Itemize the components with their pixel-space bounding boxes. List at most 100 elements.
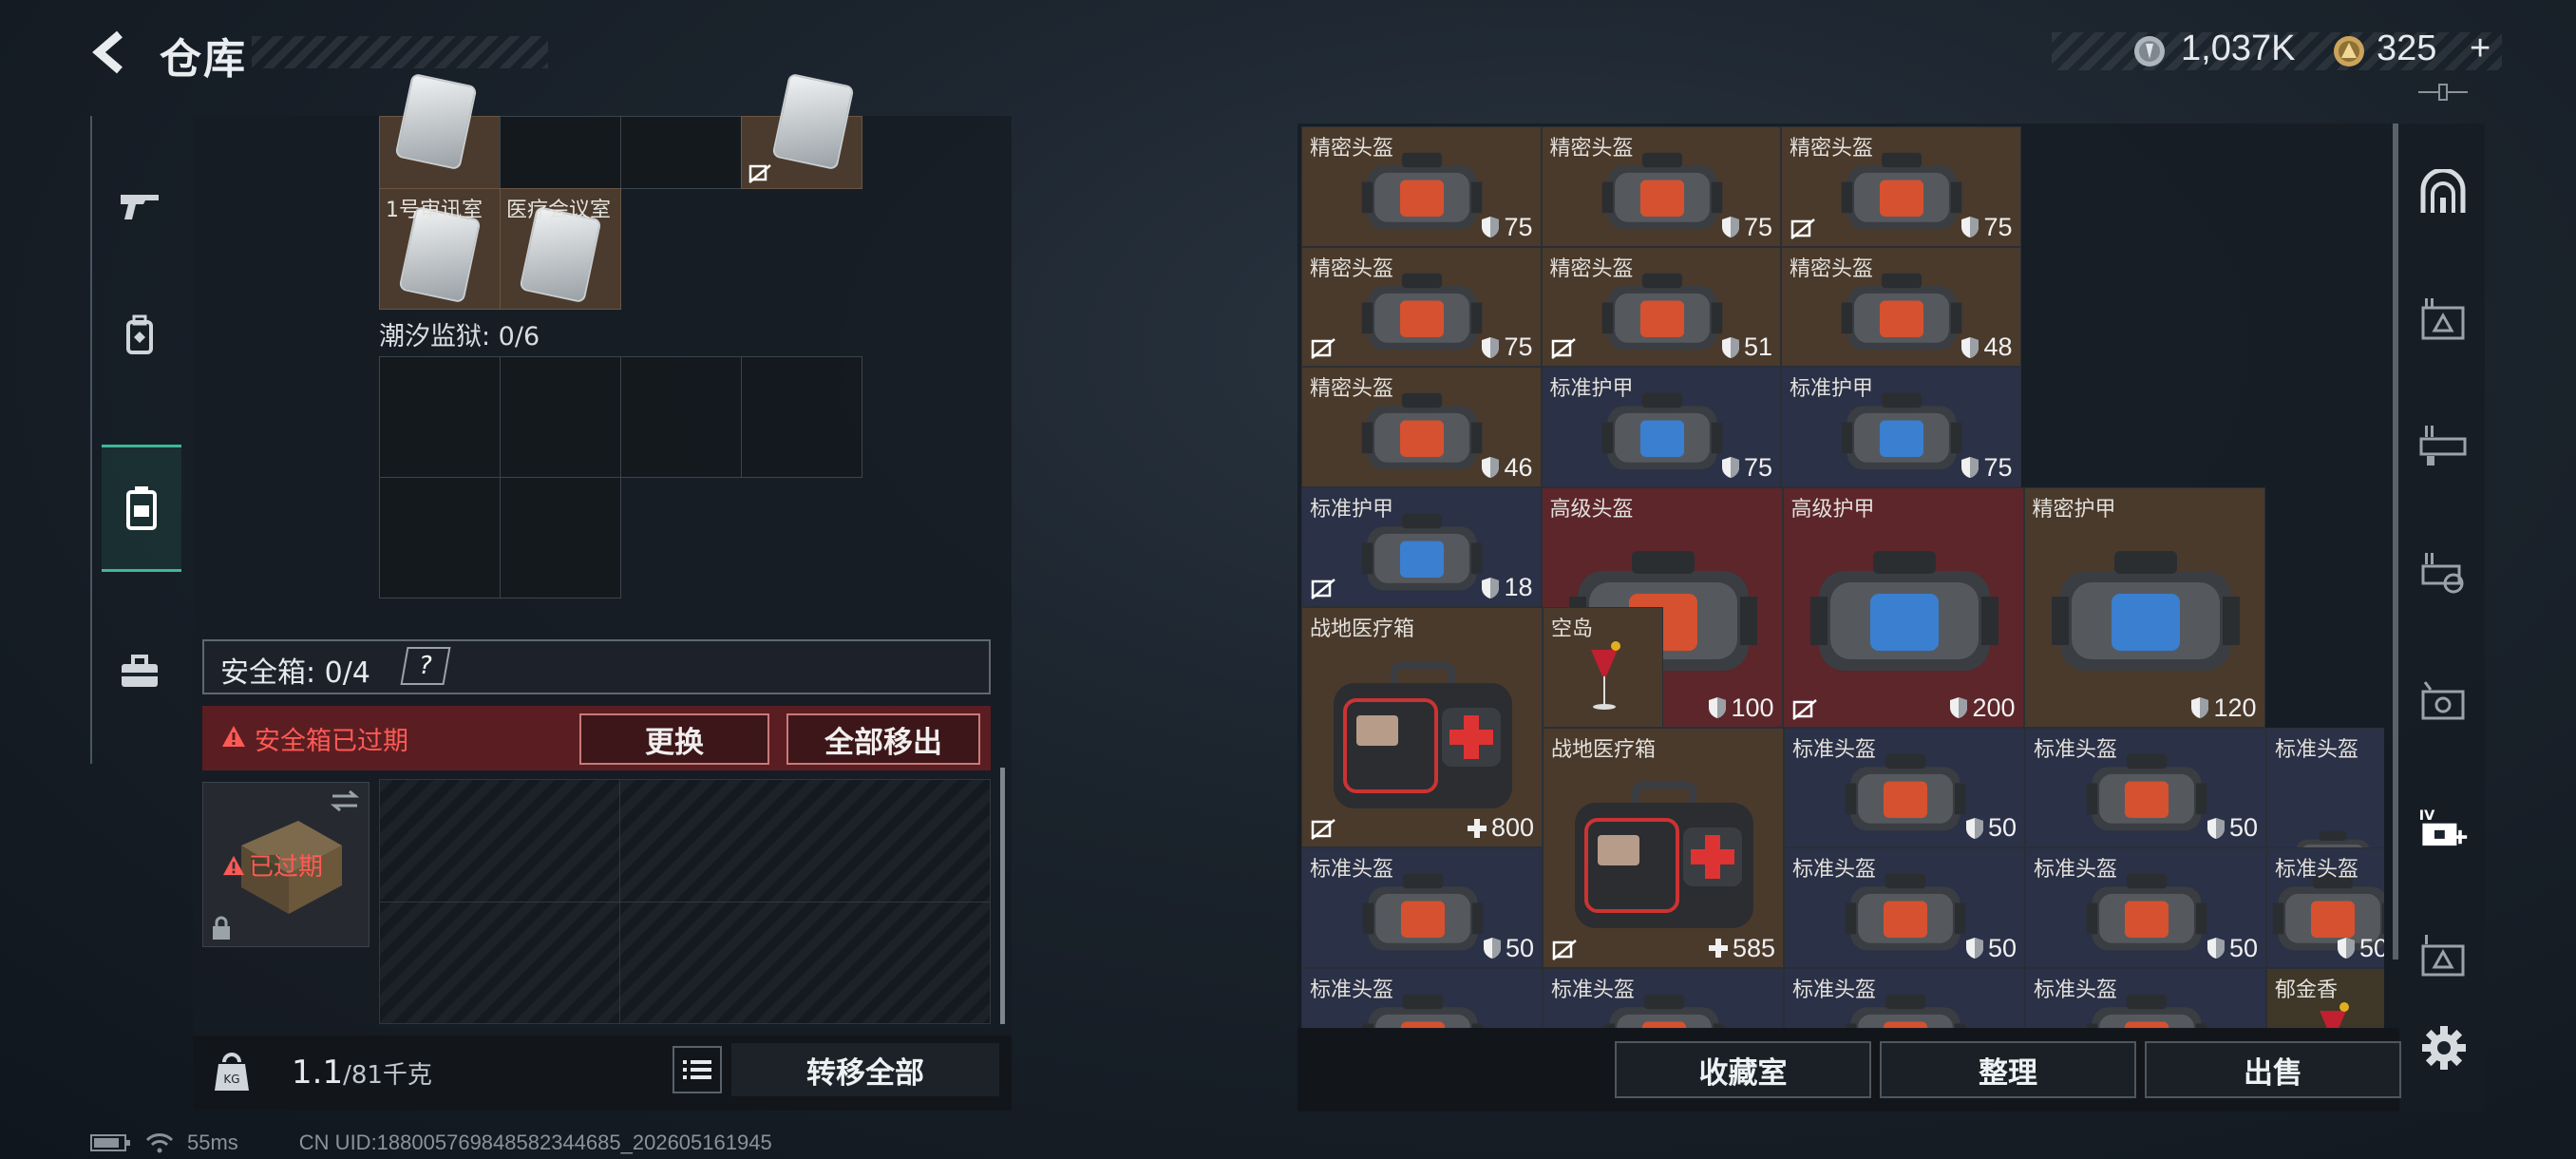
- storage-item-value: 51: [1743, 332, 1772, 361]
- storage-item[interactable]: 精密头盔 48: [1781, 246, 2021, 367]
- safe-box-grid[interactable]: [379, 779, 991, 1024]
- storage-item[interactable]: 精密头盔 75: [1781, 126, 2021, 247]
- keycard-slot[interactable]: [379, 356, 501, 478]
- storage-item-value: 75: [1743, 452, 1772, 482]
- durability-icon: [1965, 938, 1983, 959]
- nav-armor[interactable]: [100, 283, 180, 388]
- armor-icon: [2051, 551, 2240, 671]
- durability-icon: [1961, 457, 1979, 478]
- keycard-slot[interactable]: [620, 356, 742, 478]
- storage-item[interactable]: 标准护甲 18: [1301, 486, 1542, 607]
- nav-toolbox[interactable]: [100, 619, 180, 724]
- storage-tab-1-icon: [2421, 298, 2465, 340]
- storage-item[interactable]: 标准头盔: [1543, 967, 1784, 1029]
- storage-item[interactable]: 标准护甲 75: [1541, 367, 1781, 487]
- keycard-slot[interactable]: [500, 477, 621, 598]
- storage-item[interactable]: 精密头盔 75: [1541, 126, 1781, 247]
- keycard-label: 1号审讯室: [386, 199, 483, 222]
- storage-scrollbar[interactable]: [2393, 124, 2398, 960]
- durability-icon: [2207, 938, 2225, 959]
- storage-item-label: 标准头盔: [2034, 858, 2118, 882]
- transfer-all-button[interactable]: 转移全部: [731, 1043, 999, 1096]
- keycard-slot[interactable]: [620, 116, 742, 189]
- storage-item[interactable]: 郁金香: [2266, 967, 2384, 1029]
- left-panel-scrollbar[interactable]: [1000, 768, 1005, 1024]
- back-button[interactable]: [87, 28, 135, 76]
- keycard-slot[interactable]: [379, 477, 501, 598]
- safe-box-label: 安全箱: 0/4: [220, 656, 370, 690]
- storage-item-value: 200: [1972, 693, 2016, 722]
- storage-item-label: 战地医疗箱: [1310, 618, 1415, 641]
- storage-tab-3[interactable]: [2417, 549, 2469, 600]
- heal-icon: [1708, 939, 1728, 958]
- storage-tab-5[interactable]: [2417, 931, 2469, 982]
- no-transfer-icon: [1552, 939, 1577, 960]
- storage-item[interactable]: 空岛: [1543, 607, 1663, 728]
- keycard-slot[interactable]: 1号审讯室: [379, 188, 501, 310]
- storage-tabs-collapse-icon[interactable]: [2415, 82, 2472, 103]
- storage-tab-3-icon: [2421, 553, 2464, 594]
- storage-tab-2[interactable]: [2417, 422, 2469, 473]
- storage-item-value: 75: [1504, 332, 1533, 361]
- storage-item[interactable]: 高级护甲 200: [1782, 486, 2024, 728]
- storage-item[interactable]: 精密头盔 75: [1301, 246, 1542, 367]
- storage-item-value: 585: [1732, 933, 1775, 962]
- lock-icon: [213, 916, 230, 940]
- storage-item[interactable]: 标准头盔 50: [1784, 727, 2025, 847]
- durability-icon: [2191, 697, 2209, 718]
- storage-item-label: 精密头盔: [1310, 137, 1394, 161]
- storage-tab-4-icon: [2421, 681, 2465, 720]
- keycard-slot[interactable]: [741, 356, 862, 478]
- durability-icon: [1721, 336, 1739, 358]
- storage-item[interactable]: 标准头盔 50: [2025, 727, 2266, 847]
- safe-box-item[interactable]: 已过期: [202, 782, 369, 947]
- storage-item-value: 800: [1490, 813, 1534, 842]
- nav-weapon[interactable]: [100, 154, 180, 258]
- storage-item-label: 标准护甲: [1549, 377, 1634, 401]
- storage-item[interactable]: 标准头盔 50: [1784, 847, 2025, 968]
- storage-item[interactable]: 标准头盔: [1301, 967, 1543, 1029]
- move-out-all-button[interactable]: 全部移出: [786, 713, 980, 765]
- add-currency-button[interactable]: +: [2470, 28, 2491, 69]
- storage-item[interactable]: 战地医疗箱 800: [1301, 607, 1543, 847]
- safe-box-help-button[interactable]: ?: [400, 647, 451, 685]
- ping-value: 55ms: [187, 1130, 238, 1154]
- add-storage-tab[interactable]: IV: [2417, 804, 2469, 855]
- storage-item[interactable]: 标准头盔 50: [1301, 847, 1543, 968]
- gun-icon: [121, 195, 159, 219]
- storage-item[interactable]: 精密头盔 46: [1301, 367, 1542, 487]
- sort-button[interactable]: 整理: [1880, 1041, 2136, 1098]
- storage-item[interactable]: 精密头盔 75: [1301, 126, 1542, 247]
- list-view-button[interactable]: [672, 1046, 722, 1093]
- storage-item[interactable]: 标准头盔 50: [2266, 847, 2384, 968]
- swap-icon: [330, 789, 360, 812]
- storage-item[interactable]: 精密头盔 51: [1541, 246, 1781, 367]
- storage-item[interactable]: 战地医疗箱 585: [1543, 727, 1784, 968]
- keycard-slot[interactable]: [379, 72, 501, 189]
- storage-item[interactable]: 标准头盔 50: [2025, 847, 2266, 968]
- storage-item-durability: 50: [1965, 934, 2017, 963]
- nav-container[interactable]: [102, 445, 181, 572]
- collection-room-button[interactable]: 收藏室: [1615, 1041, 1871, 1098]
- gear-icon[interactable]: [2420, 1024, 2468, 1072]
- durability-icon: [1961, 217, 1979, 238]
- armor-icon: [1809, 551, 1998, 671]
- carry-weight: 1.1/81千克: [292, 1054, 432, 1092]
- storage-item-durability: 50: [2207, 934, 2258, 963]
- storage-tab-vault[interactable]: [2417, 167, 2469, 218]
- keycard-slot[interactable]: 医疗会议室: [500, 188, 621, 310]
- keycard-slot[interactable]: [741, 72, 862, 189]
- storage-tab-4[interactable]: [2417, 676, 2469, 728]
- storage-item[interactable]: 标准护甲 75: [1781, 367, 2021, 487]
- durability-icon: [1483, 938, 1501, 959]
- storage-item-label: 精密头盔: [1549, 137, 1634, 161]
- storage-tab-1[interactable]: [2417, 294, 2469, 346]
- storage-item[interactable]: 精密护甲 120: [2023, 486, 2265, 728]
- storage-item[interactable]: 标准头盔: [2025, 967, 2266, 1029]
- storage-grid: 精密头盔 75 精密头盔 75 精密头盔 75 精密头盔 75 精密头盔 51 精密头盔 48 精密头盔…: [1301, 126, 2384, 1029]
- sell-button[interactable]: 出售: [2145, 1041, 2401, 1098]
- keycard-slot[interactable]: [500, 356, 621, 478]
- keycard-slot[interactable]: [500, 116, 621, 189]
- replace-safe-box-button[interactable]: 更换: [579, 713, 769, 765]
- storage-item[interactable]: 标准头盔: [1784, 967, 2025, 1029]
